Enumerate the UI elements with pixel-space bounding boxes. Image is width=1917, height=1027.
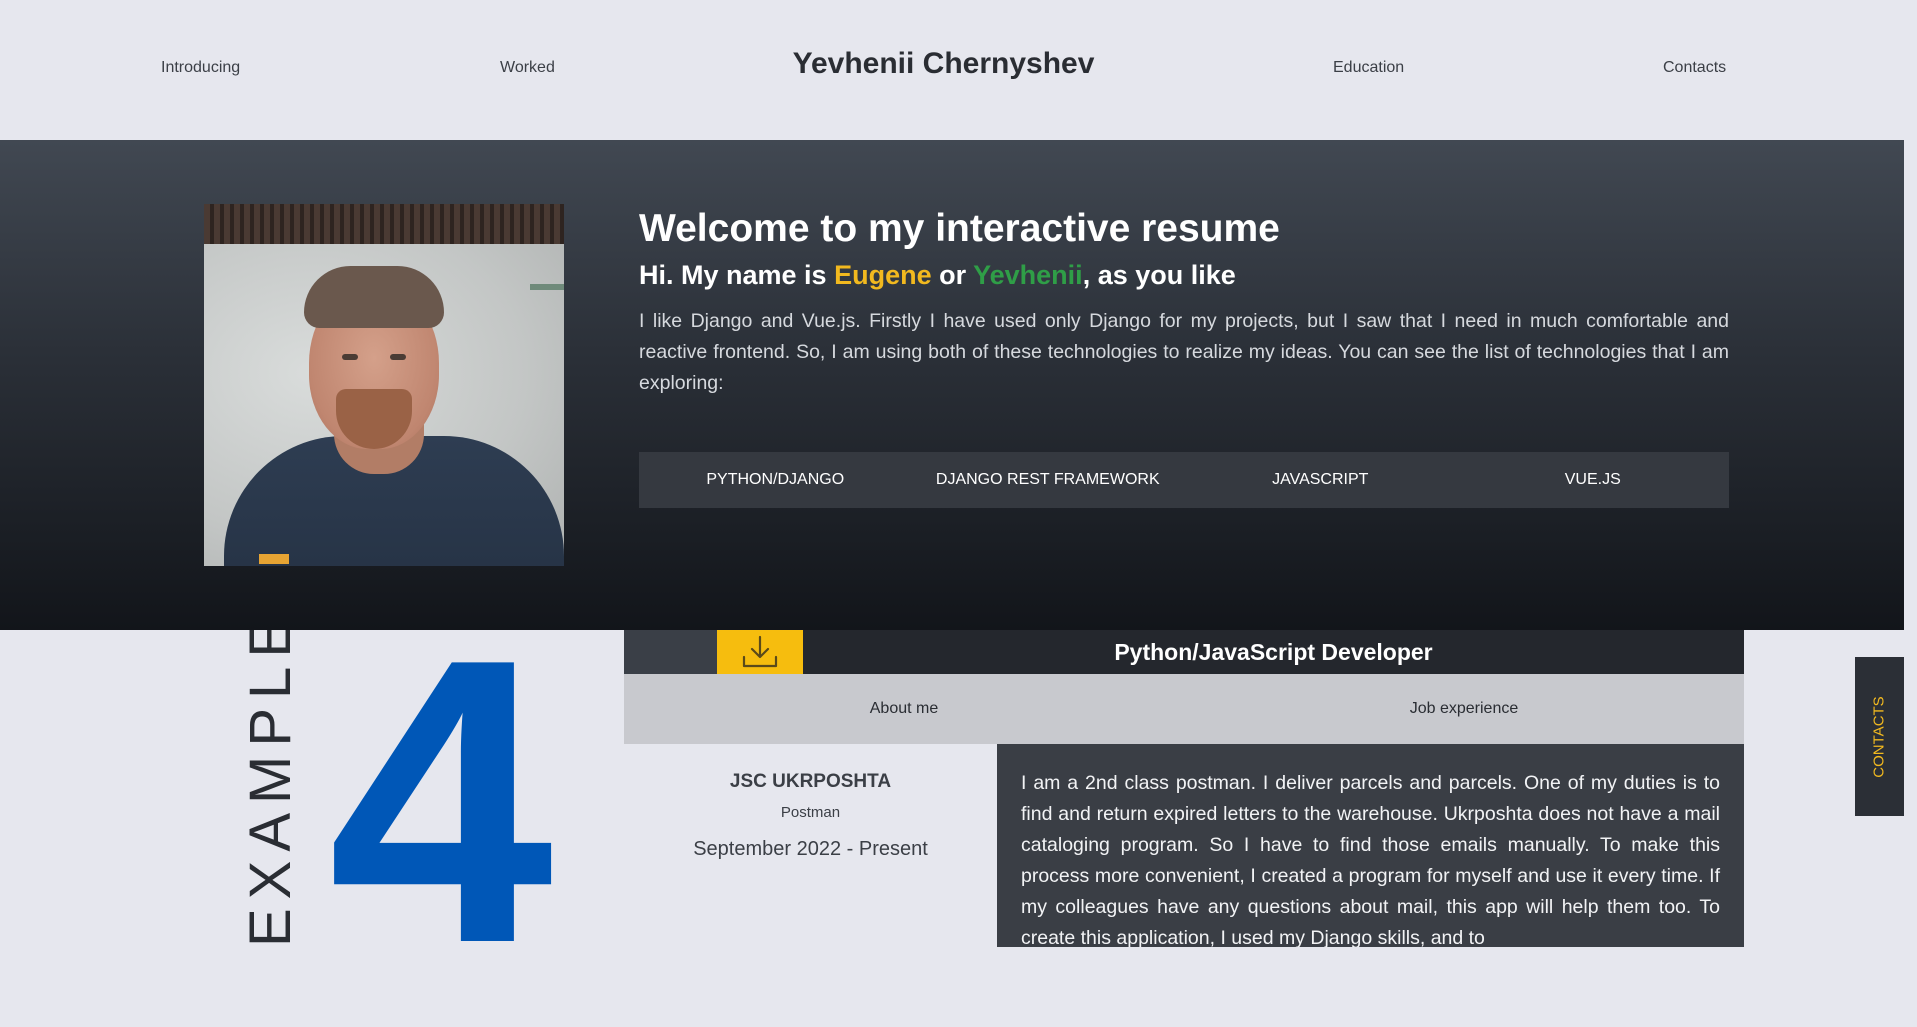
greeting-prefix: Hi. My name is: [639, 260, 835, 290]
hero-description: I like Django and Vue.js. Firstly I have…: [639, 310, 1729, 394]
tech-javascript[interactable]: JAVASCRIPT: [1184, 452, 1457, 508]
tech-vuejs[interactable]: VUE.JS: [1457, 452, 1730, 508]
job-role: Postman: [780, 804, 841, 821]
contacts-side-tab[interactable]: CONTACTS: [1855, 657, 1904, 816]
contacts-side-tab-label: CONTACTS: [1870, 696, 1888, 778]
examples-label-wrapper: EXAMPLES: [200, 630, 310, 947]
tab-about-me[interactable]: About me: [624, 674, 1184, 744]
job-dates: September 2022 - Present: [693, 838, 928, 860]
technologies-bar: PYTHON/DJANGO DJANGO REST FRAMEWORK JAVA…: [639, 452, 1729, 508]
nav-link-contacts[interactable]: Contacts: [1663, 59, 1726, 77]
download-resume-button[interactable]: [717, 630, 803, 674]
download-icon: [742, 635, 778, 668]
tech-django-rest-framework[interactable]: DJANGO REST FRAMEWORK: [912, 452, 1185, 508]
examples-count: 4: [328, 574, 554, 1027]
profile-photo: [204, 204, 564, 566]
page-edge-rail: [1904, 140, 1917, 947]
name-yevhenii: Yevhenii: [973, 260, 1083, 290]
greeting-suffix: , as you like: [1082, 260, 1236, 290]
nav-link-education[interactable]: Education: [1333, 59, 1404, 77]
site-title: Yevhenii Chernyshev: [792, 47, 1095, 80]
greeting-joiner: or: [931, 260, 974, 290]
tab-job-experience[interactable]: Job experience: [1184, 674, 1744, 744]
top-navigation: Introducing Worked Yevhenii Chernyshev E…: [0, 0, 1917, 140]
job-company: JSC UKRPOSHTA: [729, 771, 892, 792]
intro-block: Welcome to my interactive resume Hi. My …: [639, 204, 1729, 399]
examples-label: EXAMPLES: [238, 630, 303, 947]
tech-python-django[interactable]: PYTHON/DJANGO: [639, 452, 912, 508]
job-description-panel: I am a 2nd class postman. I deliver parc…: [997, 744, 1744, 947]
hero-heading: Welcome to my interactive resume: [639, 207, 1280, 250]
resume-header: Python/JavaScript Developer: [624, 630, 1744, 674]
name-eugene: Eugene: [834, 260, 932, 290]
resume-tabs: About me Job experience: [624, 674, 1744, 744]
job-card: JSC UKRPOSHTA Postman September 2022 - P…: [624, 744, 997, 947]
hero-greeting: Hi. My name is Eugene or Yevhenii, as yo…: [639, 257, 1729, 293]
job-description: I am a 2nd class postman. I deliver parc…: [1021, 772, 1720, 947]
resume-title: Python/JavaScript Developer: [1114, 639, 1433, 665]
